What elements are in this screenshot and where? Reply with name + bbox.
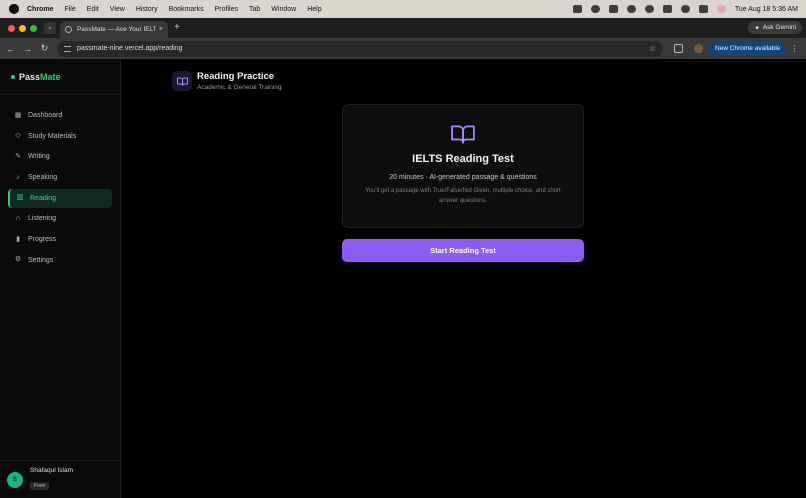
bar-chart-icon: ▮ bbox=[16, 235, 20, 243]
sidebar-item-label: Speaking bbox=[28, 174, 58, 182]
new-tab-button[interactable]: + bbox=[174, 22, 180, 33]
close-window-button[interactable] bbox=[8, 25, 15, 32]
forward-arrow-icon[interactable]: → bbox=[19, 44, 36, 54]
browser-tab-active[interactable]: PassMate — Ace Your IELTS w × bbox=[60, 21, 168, 38]
plan-badge: Free bbox=[30, 482, 50, 490]
card-meta: 20 minutes · AI-generated passage & ques… bbox=[389, 174, 537, 181]
close-tab-icon[interactable]: × bbox=[159, 26, 163, 33]
clock[interactable]: Tue Aug 18 5:36 AM bbox=[735, 6, 798, 13]
sparkle-icon: ✦ bbox=[754, 24, 760, 32]
sidebar-item-label: Listening bbox=[28, 215, 57, 223]
url-text[interactable]: passmate-nine.vercel.app/reading bbox=[77, 45, 182, 52]
page-title: Reading Practice bbox=[197, 71, 275, 82]
sidebar-item-listening[interactable]: ∩ Listening bbox=[8, 209, 112, 228]
sidebar-item-label: Writing bbox=[28, 153, 50, 161]
siri-icon[interactable] bbox=[716, 5, 726, 13]
sidebar-item-speaking[interactable]: ♪ Speaking bbox=[8, 168, 112, 187]
status-extension-icon[interactable] bbox=[608, 5, 618, 13]
sidebar-item-dashboard[interactable]: ▦ Dashboard bbox=[8, 106, 112, 125]
page-header: Reading Practice Academic & General Trai… bbox=[172, 71, 282, 91]
apple-icon[interactable] bbox=[9, 4, 19, 14]
sidebar: Pass Mate ▦ Dashboard ◇ Study Materials ✎… bbox=[0, 59, 121, 498]
extensions-icon[interactable] bbox=[674, 44, 683, 53]
sidebar-item-study-materials[interactable]: ◇ Study Materials bbox=[8, 127, 112, 146]
menu-profiles[interactable]: Profiles bbox=[215, 6, 238, 13]
brand-logo[interactable]: Pass Mate bbox=[0, 59, 120, 95]
address-bar[interactable]: passmate-nine.vercel.app/reading ☆ bbox=[57, 40, 663, 57]
user-info: Shafaqul Islam Free bbox=[30, 467, 73, 492]
control-center-icon[interactable] bbox=[698, 5, 708, 13]
search-icon[interactable] bbox=[680, 5, 690, 13]
dashboard-icon: ▦ bbox=[14, 111, 22, 119]
menu-edit[interactable]: Edit bbox=[87, 6, 99, 13]
minimize-window-button[interactable] bbox=[19, 25, 26, 32]
menu-help[interactable]: Help bbox=[307, 6, 321, 13]
new-chrome-available-button[interactable]: New Chrome available bbox=[709, 41, 787, 56]
menu-window[interactable]: Window bbox=[271, 6, 296, 13]
more-menu-icon[interactable]: ⋮ bbox=[790, 44, 798, 53]
sidebar-item-label: Study Materials bbox=[28, 132, 77, 140]
profile-avatar[interactable] bbox=[694, 44, 703, 53]
pen-icon: ✎ bbox=[15, 152, 21, 160]
browser-toolbar: ← → ↻ passmate-nine.vercel.app/reading ☆… bbox=[0, 38, 806, 59]
brand-dot-icon bbox=[11, 74, 15, 79]
menu-app-name[interactable]: Chrome bbox=[27, 6, 53, 13]
reload-icon[interactable]: ↻ bbox=[36, 43, 53, 54]
sidebar-item-label: Settings bbox=[28, 256, 54, 264]
bookmark-star-icon[interactable]: ☆ bbox=[649, 44, 656, 53]
user-name: Shafaqul Islam bbox=[30, 467, 73, 474]
graduation-cap-icon: ◇ bbox=[15, 132, 21, 140]
user-profile[interactable]: S Shafaqul Islam Free bbox=[0, 460, 120, 498]
globe-icon bbox=[65, 26, 72, 33]
battery-icon[interactable] bbox=[662, 5, 672, 13]
menu-file[interactable]: File bbox=[64, 6, 75, 13]
gear-icon: ⚙ bbox=[14, 256, 22, 264]
book-open-icon bbox=[451, 124, 475, 144]
brand-mate: Mate bbox=[40, 71, 61, 82]
tab-title: PassMate — Ace Your IELTS w bbox=[77, 26, 156, 33]
book-icon: ▥ bbox=[16, 194, 24, 202]
menu-history[interactable]: History bbox=[136, 6, 158, 13]
sidebar-item-settings[interactable]: ⚙ Settings bbox=[8, 251, 112, 270]
maximize-window-button[interactable] bbox=[30, 25, 37, 32]
sidebar-item-label: Progress bbox=[28, 236, 57, 244]
ask-gemini-button[interactable]: ✦ Ask Gemini bbox=[748, 21, 802, 34]
book-open-icon bbox=[172, 71, 192, 91]
sidebar-item-label: Reading bbox=[30, 194, 57, 202]
sidebar-nav: ▦ Dashboard ◇ Study Materials ✎ Writing … bbox=[0, 95, 120, 270]
tab-search-button[interactable]: ⌄ bbox=[44, 22, 56, 34]
user-icon[interactable] bbox=[626, 5, 636, 13]
sidebar-item-progress[interactable]: ▮ Progress bbox=[8, 230, 112, 249]
page-subtitle: Academic & General Training bbox=[197, 84, 282, 91]
brand-pass: Pass bbox=[19, 71, 41, 82]
browser-tab-strip: ⌄ PassMate — Ace Your IELTS w × + ✦ Ask … bbox=[0, 18, 806, 38]
menu-view[interactable]: View bbox=[110, 6, 125, 13]
macos-menu-bar: Chrome File Edit View History Bookmarks … bbox=[0, 0, 806, 18]
card-title: IELTS Reading Test bbox=[412, 153, 514, 165]
reading-test-card: IELTS Reading Test 20 minutes · AI-gener… bbox=[342, 104, 584, 228]
headphones-icon: ∩ bbox=[15, 214, 21, 222]
avatar: S bbox=[7, 471, 23, 488]
ask-gemini-label: Ask Gemini bbox=[762, 24, 796, 31]
sidebar-item-label: Dashboard bbox=[28, 112, 63, 119]
status-record-icon[interactable] bbox=[590, 5, 600, 13]
menu-tab[interactable]: Tab bbox=[249, 6, 260, 13]
wifi-icon[interactable] bbox=[644, 5, 654, 13]
status-app-icon[interactable] bbox=[572, 5, 582, 13]
app-viewport: Pass Mate ▦ Dashboard ◇ Study Materials ✎… bbox=[0, 59, 806, 498]
menu-bookmarks[interactable]: Bookmarks bbox=[169, 6, 204, 13]
sidebar-item-writing[interactable]: ✎ Writing bbox=[8, 147, 112, 166]
start-reading-test-button[interactable]: Start Reading Test bbox=[342, 239, 584, 262]
sidebar-item-reading[interactable]: ▥ Reading bbox=[8, 188, 112, 208]
back-arrow-icon[interactable]: ← bbox=[2, 44, 19, 54]
card-description: You'll get a passage with True/False/Not… bbox=[365, 188, 561, 204]
site-settings-icon[interactable] bbox=[64, 45, 71, 52]
microphone-icon: ♪ bbox=[16, 173, 20, 181]
